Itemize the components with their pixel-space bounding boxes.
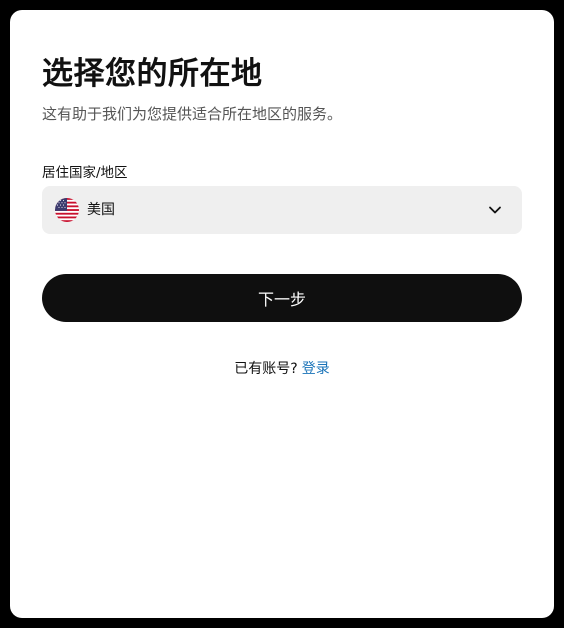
login-row: 已有账号? 登录	[10, 358, 554, 380]
next-button[interactable]: 下一步	[42, 274, 522, 322]
country-select[interactable]: 美国	[42, 186, 522, 234]
login-prompt: 已有账号?	[234, 361, 298, 377]
page-subtitle: 这有助于我们为您提供适合所在地区的服务。	[42, 105, 343, 123]
country-field-label: 居住国家/地区	[42, 165, 128, 181]
page-title: 选择您的所在地	[42, 56, 263, 92]
chevron-down-icon	[489, 206, 501, 214]
location-card: 选择您的所在地 这有助于我们为您提供适合所在地区的服务。 居住国家/地区 美国 …	[10, 10, 554, 618]
us-flag-icon	[55, 198, 79, 222]
login-link[interactable]: 登录	[302, 361, 330, 377]
country-select-value: 美国	[87, 202, 115, 218]
